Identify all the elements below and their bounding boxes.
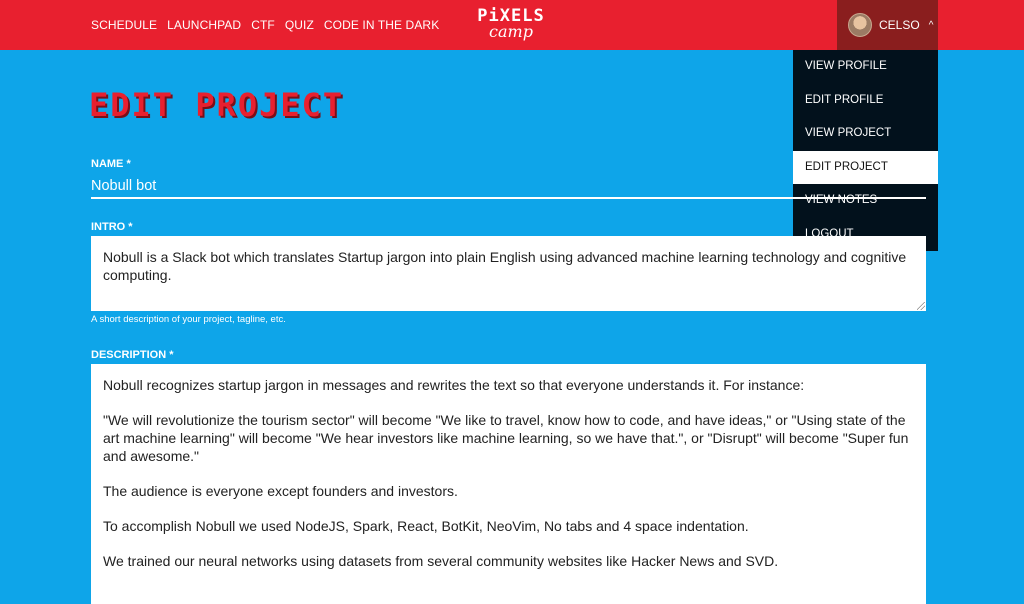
- nav-code-in-the-dark[interactable]: CODE IN THE DARK: [324, 18, 439, 32]
- description-paragraph: We trained our neural networks using dat…: [103, 553, 779, 569]
- intro-text: Nobull is a Slack bot which translates S…: [103, 249, 907, 283]
- intro-textarea[interactable]: Nobull is a Slack bot which translates S…: [91, 236, 926, 311]
- user-name: CELSO: [879, 18, 920, 32]
- avatar: [848, 13, 872, 37]
- description-paragraph: To accomplish Nobull we used NodeJS, Spa…: [103, 518, 749, 534]
- intro-hint: A short description of your project, tag…: [91, 314, 286, 325]
- user-dropdown-menu: VIEW PROFILE EDIT PROFILE VIEW PROJECT E…: [793, 50, 938, 251]
- nav-quiz[interactable]: QUIZ: [285, 18, 314, 32]
- resize-handle-icon[interactable]: [917, 302, 925, 310]
- chevron-up-icon: ^: [928, 19, 934, 31]
- description-textarea[interactable]: Nobull recognizes startup jargon in mess…: [91, 364, 926, 604]
- nav-launchpad[interactable]: LAUNCHPAD: [167, 18, 241, 32]
- page-title: EDIT PROJECT: [89, 86, 345, 124]
- logo-camp-text: camp: [489, 22, 533, 41]
- name-label: NAME *: [91, 158, 131, 170]
- intro-label: INTRO *: [91, 221, 133, 233]
- menu-item-edit-profile[interactable]: EDIT PROFILE: [793, 84, 938, 118]
- name-input[interactable]: [91, 175, 926, 199]
- menu-item-view-project[interactable]: VIEW PROJECT: [793, 117, 938, 151]
- user-menu-button[interactable]: CELSO ^: [837, 0, 938, 50]
- nav-ctf[interactable]: CTF: [251, 18, 275, 32]
- description-label: DESCRIPTION *: [91, 349, 174, 361]
- description-paragraph: "We will revolutionize the tourism secto…: [103, 412, 909, 464]
- top-navigation-bar: SCHEDULE LAUNCHPAD CTF QUIZ CODE IN THE …: [0, 0, 1024, 50]
- pixels-camp-logo[interactable]: PiXELS camp: [466, 7, 556, 49]
- menu-item-view-profile[interactable]: VIEW PROFILE: [793, 50, 938, 84]
- description-paragraph: The audience is everyone except founders…: [103, 483, 458, 499]
- nav-schedule[interactable]: SCHEDULE: [91, 18, 157, 32]
- main-nav: SCHEDULE LAUNCHPAD CTF QUIZ CODE IN THE …: [91, 18, 439, 32]
- description-paragraph: Nobull recognizes startup jargon in mess…: [103, 377, 805, 393]
